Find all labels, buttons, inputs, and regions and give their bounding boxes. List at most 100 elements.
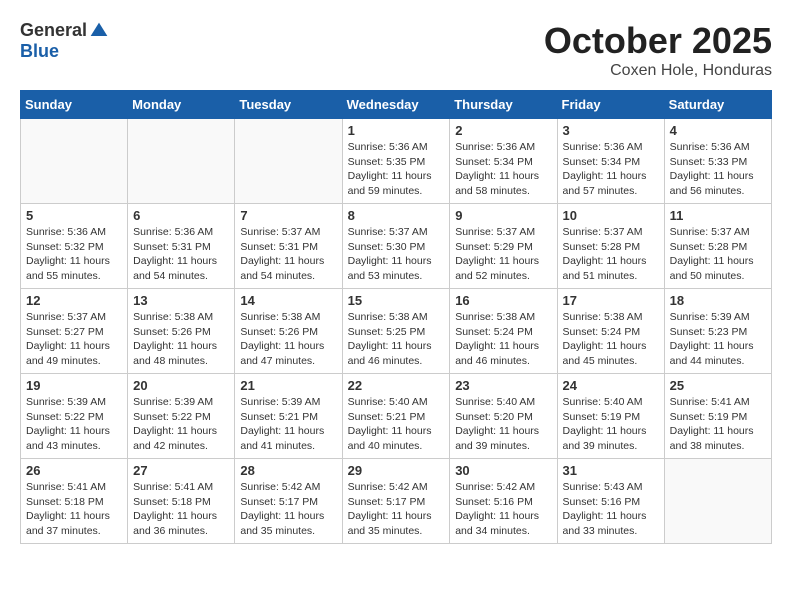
day-header-sunday: Sunday [21, 91, 128, 119]
day-cell-31: 31 Sunrise: 5:43 AM Sunset: 5:16 PM Dayli… [557, 459, 664, 544]
day-info: Sunrise: 5:40 AM Sunset: 5:19 PM Dayligh… [563, 395, 659, 454]
day-info: Sunrise: 5:38 AM Sunset: 5:26 PM Dayligh… [240, 310, 336, 369]
empty-cell [664, 459, 771, 544]
day-number: 6 [133, 208, 229, 223]
day-header-monday: Monday [128, 91, 235, 119]
day-cell-25: 25 Sunrise: 5:41 AM Sunset: 5:19 PM Dayli… [664, 374, 771, 459]
week-row-1: 1 Sunrise: 5:36 AM Sunset: 5:35 PM Daylig… [21, 119, 772, 204]
day-number: 3 [563, 123, 659, 138]
day-info: Sunrise: 5:42 AM Sunset: 5:17 PM Dayligh… [240, 480, 336, 539]
logo: General Blue [20, 20, 109, 62]
day-cell-1: 1 Sunrise: 5:36 AM Sunset: 5:35 PM Daylig… [342, 119, 450, 204]
week-row-5: 26 Sunrise: 5:41 AM Sunset: 5:18 PM Dayli… [21, 459, 772, 544]
day-cell-18: 18 Sunrise: 5:39 AM Sunset: 5:23 PM Dayli… [664, 289, 771, 374]
day-cell-7: 7 Sunrise: 5:37 AM Sunset: 5:31 PM Daylig… [235, 204, 342, 289]
day-info: Sunrise: 5:41 AM Sunset: 5:19 PM Dayligh… [670, 395, 766, 454]
day-info: Sunrise: 5:37 AM Sunset: 5:27 PM Dayligh… [26, 310, 122, 369]
day-number: 1 [348, 123, 445, 138]
day-number: 29 [348, 463, 445, 478]
day-cell-6: 6 Sunrise: 5:36 AM Sunset: 5:31 PM Daylig… [128, 204, 235, 289]
calendar-table: SundayMondayTuesdayWednesdayThursdayFrid… [20, 90, 772, 544]
day-cell-2: 2Sunrise: 5:36 AM Sunset: 5:34 PM Daylig… [450, 119, 557, 204]
day-cell-8: 8 Sunrise: 5:37 AM Sunset: 5:30 PM Daylig… [342, 204, 450, 289]
day-header-tuesday: Tuesday [235, 91, 342, 119]
day-info: Sunrise: 5:37 AM Sunset: 5:31 PM Dayligh… [240, 225, 336, 284]
day-header-friday: Friday [557, 91, 664, 119]
day-header-wednesday: Wednesday [342, 91, 450, 119]
day-info: Sunrise: 5:38 AM Sunset: 5:26 PM Dayligh… [133, 310, 229, 369]
day-number: 4 [670, 123, 766, 138]
day-cell-9: 9 Sunrise: 5:37 AM Sunset: 5:29 PM Daylig… [450, 204, 557, 289]
logo-blue-text: Blue [20, 41, 59, 62]
day-info: Sunrise: 5:39 AM Sunset: 5:22 PM Dayligh… [133, 395, 229, 454]
day-cell-23: 23Sunrise: 5:40 AM Sunset: 5:20 PM Dayli… [450, 374, 557, 459]
day-cell-4: 4 Sunrise: 5:36 AM Sunset: 5:33 PM Daylig… [664, 119, 771, 204]
day-number: 31 [563, 463, 659, 478]
day-number: 7 [240, 208, 336, 223]
day-info: Sunrise: 5:37 AM Sunset: 5:28 PM Dayligh… [670, 225, 766, 284]
day-cell-26: 26 Sunrise: 5:41 AM Sunset: 5:18 PM Dayli… [21, 459, 128, 544]
day-number: 8 [348, 208, 445, 223]
empty-cell [235, 119, 342, 204]
day-number: 20 [133, 378, 229, 393]
day-info: Sunrise: 5:36 AM Sunset: 5:33 PM Dayligh… [670, 140, 766, 199]
day-cell-21: 21Sunrise: 5:39 AM Sunset: 5:21 PM Dayli… [235, 374, 342, 459]
day-cell-13: 13 Sunrise: 5:38 AM Sunset: 5:26 PM Dayli… [128, 289, 235, 374]
day-cell-5: 5Sunrise: 5:36 AM Sunset: 5:32 PM Daylig… [21, 204, 128, 289]
calendar-header-row: SundayMondayTuesdayWednesdayThursdayFrid… [21, 91, 772, 119]
week-row-3: 12 Sunrise: 5:37 AM Sunset: 5:27 PM Dayli… [21, 289, 772, 374]
day-info: Sunrise: 5:42 AM Sunset: 5:16 PM Dayligh… [455, 480, 551, 539]
day-number: 11 [670, 208, 766, 223]
day-info: Sunrise: 5:41 AM Sunset: 5:18 PM Dayligh… [133, 480, 229, 539]
day-info: Sunrise: 5:37 AM Sunset: 5:29 PM Dayligh… [455, 225, 551, 284]
day-cell-17: 17Sunrise: 5:38 AM Sunset: 5:24 PM Dayli… [557, 289, 664, 374]
logo-icon [89, 21, 109, 41]
day-info: Sunrise: 5:42 AM Sunset: 5:17 PM Dayligh… [348, 480, 445, 539]
day-cell-10: 10Sunrise: 5:37 AM Sunset: 5:28 PM Dayli… [557, 204, 664, 289]
day-cell-20: 20 Sunrise: 5:39 AM Sunset: 5:22 PM Dayli… [128, 374, 235, 459]
day-number: 30 [455, 463, 551, 478]
day-cell-29: 29 Sunrise: 5:42 AM Sunset: 5:17 PM Dayli… [342, 459, 450, 544]
day-number: 26 [26, 463, 122, 478]
empty-cell [21, 119, 128, 204]
day-info: Sunrise: 5:40 AM Sunset: 5:21 PM Dayligh… [348, 395, 445, 454]
day-info: Sunrise: 5:36 AM Sunset: 5:35 PM Dayligh… [348, 140, 445, 199]
day-number: 18 [670, 293, 766, 308]
day-info: Sunrise: 5:41 AM Sunset: 5:18 PM Dayligh… [26, 480, 122, 539]
day-cell-16: 16Sunrise: 5:38 AM Sunset: 5:24 PM Dayli… [450, 289, 557, 374]
day-number: 2 [455, 123, 551, 138]
day-header-thursday: Thursday [450, 91, 557, 119]
day-number: 5 [26, 208, 122, 223]
location-subtitle: Coxen Hole, Honduras [544, 62, 772, 80]
page-header: General Blue October 2025 Coxen Hole, Ho… [20, 20, 772, 80]
day-number: 12 [26, 293, 122, 308]
day-info: Sunrise: 5:39 AM Sunset: 5:22 PM Dayligh… [26, 395, 122, 454]
day-number: 22 [348, 378, 445, 393]
day-cell-30: 30 Sunrise: 5:42 AM Sunset: 5:16 PM Dayli… [450, 459, 557, 544]
day-number: 28 [240, 463, 336, 478]
day-number: 15 [348, 293, 445, 308]
day-cell-15: 15Sunrise: 5:38 AM Sunset: 5:25 PM Dayli… [342, 289, 450, 374]
day-header-saturday: Saturday [664, 91, 771, 119]
day-info: Sunrise: 5:36 AM Sunset: 5:31 PM Dayligh… [133, 225, 229, 284]
logo-general-text: General [20, 20, 87, 41]
day-number: 13 [133, 293, 229, 308]
day-info: Sunrise: 5:36 AM Sunset: 5:34 PM Dayligh… [563, 140, 659, 199]
empty-cell [128, 119, 235, 204]
day-number: 14 [240, 293, 336, 308]
day-number: 9 [455, 208, 551, 223]
day-cell-12: 12 Sunrise: 5:37 AM Sunset: 5:27 PM Dayli… [21, 289, 128, 374]
day-cell-19: 19 Sunrise: 5:39 AM Sunset: 5:22 PM Dayli… [21, 374, 128, 459]
day-number: 10 [563, 208, 659, 223]
month-title: October 2025 [544, 20, 772, 62]
day-info: Sunrise: 5:37 AM Sunset: 5:30 PM Dayligh… [348, 225, 445, 284]
week-row-4: 19 Sunrise: 5:39 AM Sunset: 5:22 PM Dayli… [21, 374, 772, 459]
day-number: 19 [26, 378, 122, 393]
day-info: Sunrise: 5:39 AM Sunset: 5:21 PM Dayligh… [240, 395, 336, 454]
day-number: 25 [670, 378, 766, 393]
day-info: Sunrise: 5:38 AM Sunset: 5:24 PM Dayligh… [455, 310, 551, 369]
day-info: Sunrise: 5:43 AM Sunset: 5:16 PM Dayligh… [563, 480, 659, 539]
day-info: Sunrise: 5:39 AM Sunset: 5:23 PM Dayligh… [670, 310, 766, 369]
day-number: 27 [133, 463, 229, 478]
day-cell-22: 22 Sunrise: 5:40 AM Sunset: 5:21 PM Dayli… [342, 374, 450, 459]
